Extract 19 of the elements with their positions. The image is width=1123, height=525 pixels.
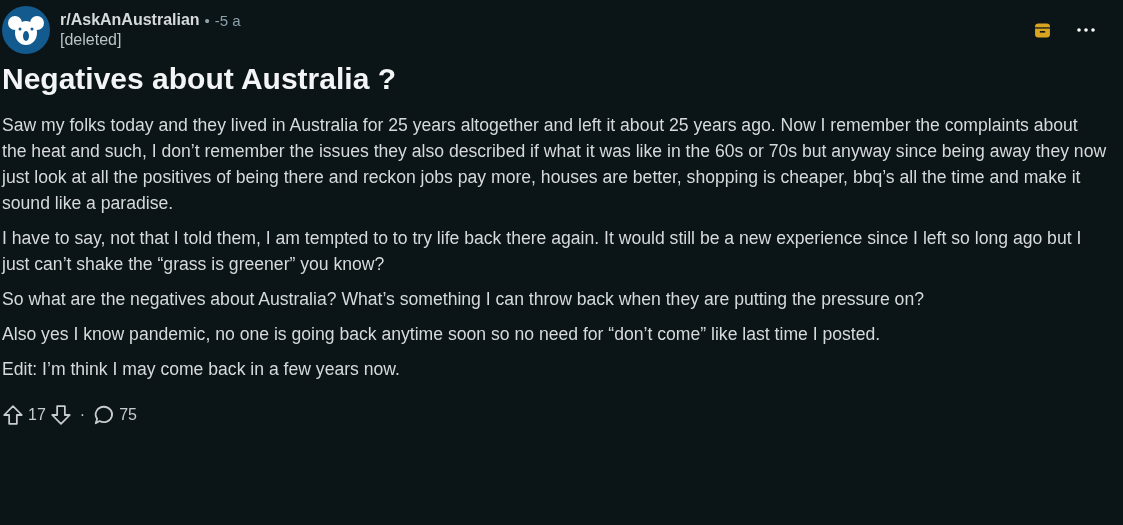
vote-count: 17 (28, 406, 46, 424)
koala-avatar-icon[interactable] (2, 6, 50, 54)
post-paragraph: Saw my folks today and they lived in Australia for 25 years altogether and left it about 25 years ago. Now I remember the complaints about the heat and such, I don’t remember the issues they also described if what it was like in the 60s or 70s but anyway since being away they now just look at all the positives of being there and reckon jobs pay more, houses are better, shopping is cheaper, bbq’s all the time and make it sound like a paradise. (2, 114, 1107, 215)
comment-count: 75 (119, 406, 137, 424)
separator: · (79, 406, 86, 424)
post-paragraph: Edit: I’m think I may come back in a few years now. (2, 358, 401, 381)
upvote-icon[interactable] (2, 404, 24, 426)
subreddit-link[interactable]: r/AskAnAustralian (60, 11, 200, 29)
post-paragraph: I have to say, not that I told them, I am tempted to to try life back there again. It would still be a new experience since I left so long ago but I just can’t shake the “grass is greener” you know? (2, 227, 1083, 276)
author-name: [deleted] (60, 31, 123, 49)
archive-box-icon[interactable] (1034, 21, 1051, 39)
separator: • (204, 11, 210, 29)
post-paragraph: Also yes I know pandemic, no one is going back anytime soon so no need for “don’t come” like last time I posted. (2, 323, 882, 346)
comment-icon[interactable] (93, 404, 116, 426)
downvote-icon[interactable] (49, 404, 72, 426)
post-title: Negatives about Australia ? (2, 62, 397, 96)
post-paragraph: So what are the negatives about Australia? What’s something I can throw back when they are putting the pressure on? (2, 288, 925, 311)
more-options-icon[interactable] (1077, 28, 1095, 32)
post-age: -5 a (214, 11, 241, 29)
